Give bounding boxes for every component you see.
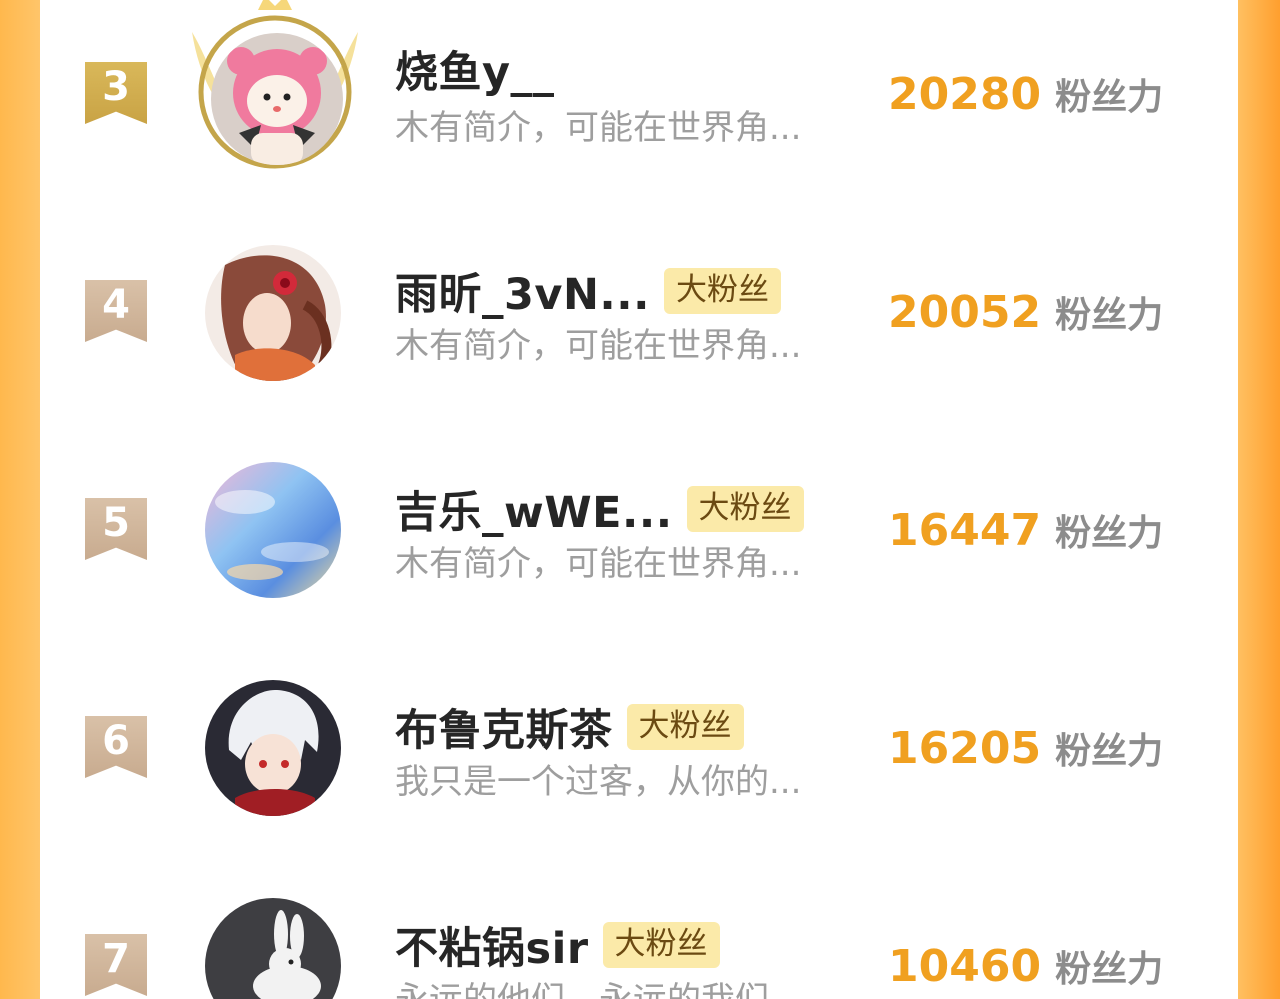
user-name[interactable]: 雨昕_3vN... xyxy=(395,260,650,322)
score-value: 20280 xyxy=(888,69,1042,120)
score-value: 16447 xyxy=(888,505,1042,556)
score-unit: 粉丝力 xyxy=(1055,513,1164,554)
list-item[interactable]: 5 吉乐_wWE... 大粉丝 木有简介，可能在世界角... 16447 粉丝力 xyxy=(40,436,1238,654)
score-unit: 粉丝力 xyxy=(1055,295,1164,336)
pastel-sky-avatar-icon xyxy=(205,462,341,598)
user-name[interactable]: 布鲁克斯茶 xyxy=(395,696,613,758)
fan-power-score: 10460 粉丝力 xyxy=(888,940,1163,992)
score-value: 16205 xyxy=(888,723,1042,774)
list-item[interactable]: 6 布鲁克斯茶 大粉丝 我只是一个过客，从你的... 16205 粉丝力 xyxy=(40,654,1238,872)
user-name[interactable]: 不粘锅sir xyxy=(395,914,589,976)
user-bio: 木有简介，可能在世界角... xyxy=(395,326,802,366)
big-fan-badge: 大粉丝 xyxy=(663,268,781,314)
rank-badge: 4 xyxy=(85,280,147,342)
score-unit: 粉丝力 xyxy=(1055,949,1164,990)
score-unit: 粉丝力 xyxy=(1055,77,1164,118)
score-value: 10460 xyxy=(888,941,1042,992)
rank-badge: 5 xyxy=(85,498,147,560)
avatar[interactable] xyxy=(205,245,341,381)
name-line: 不粘锅sir 大粉丝 xyxy=(395,914,720,976)
fan-power-score: 20052 粉丝力 xyxy=(888,286,1163,338)
name-line: 雨昕_3vN... 大粉丝 xyxy=(395,260,781,322)
leaderboard-panel: 3 烧鱼y__ 木有简介，可能在世界角... 20280 粉丝力 4 雨昕_3v… xyxy=(40,0,1238,999)
name-line: 吉乐_wWE... 大粉丝 xyxy=(395,478,804,540)
avatar[interactable] xyxy=(211,33,343,165)
rank-badge: 7 xyxy=(85,934,147,996)
user-name[interactable]: 吉乐_wWE... xyxy=(395,478,673,540)
big-fan-badge: 大粉丝 xyxy=(602,922,720,968)
name-line: 烧鱼y__ xyxy=(395,38,555,100)
list-item[interactable]: 4 雨昕_3vN... 大粉丝 木有简介，可能在世界角... 20052 粉丝力 xyxy=(40,218,1238,436)
white-rabbit-avatar-icon xyxy=(205,898,341,999)
avatar[interactable] xyxy=(205,898,341,999)
user-bio: 永远的他们，永远的我们 xyxy=(395,972,880,999)
user-bio: 我只是一个过客，从你的... xyxy=(395,762,802,802)
user-bio: 木有简介，可能在世界角... xyxy=(395,108,802,148)
fan-power-score: 16205 粉丝力 xyxy=(888,722,1163,774)
big-fan-badge: 大粉丝 xyxy=(686,486,804,532)
list-item[interactable]: 3 烧鱼y__ 木有简介，可能在世界角... 20280 粉丝力 xyxy=(40,0,1238,218)
name-line: 布鲁克斯茶 大粉丝 xyxy=(395,696,744,758)
user-name[interactable]: 烧鱼y__ xyxy=(395,38,555,100)
user-bio: 木有简介，可能在世界角... xyxy=(395,544,802,584)
score-unit: 粉丝力 xyxy=(1055,731,1164,772)
list-item[interactable]: 7 不粘锅sir 大粉丝 永远的他们，永远的我们 10460 粉丝力 xyxy=(40,872,1238,999)
avatar[interactable] xyxy=(205,680,341,816)
big-fan-badge: 大粉丝 xyxy=(626,704,744,750)
avatar[interactable] xyxy=(205,462,341,598)
rank-badge: 6 xyxy=(85,716,147,778)
rank-badge: 3 xyxy=(85,62,147,124)
score-value: 20052 xyxy=(888,287,1042,338)
white-hair-anime-boy-avatar-icon xyxy=(205,680,341,816)
anime-girl-rose-avatar-icon xyxy=(205,245,341,381)
pink-bear-plush-avatar-icon xyxy=(211,33,343,165)
fan-power-score: 16447 粉丝力 xyxy=(888,504,1163,556)
fan-power-score: 20280 粉丝力 xyxy=(888,68,1163,120)
